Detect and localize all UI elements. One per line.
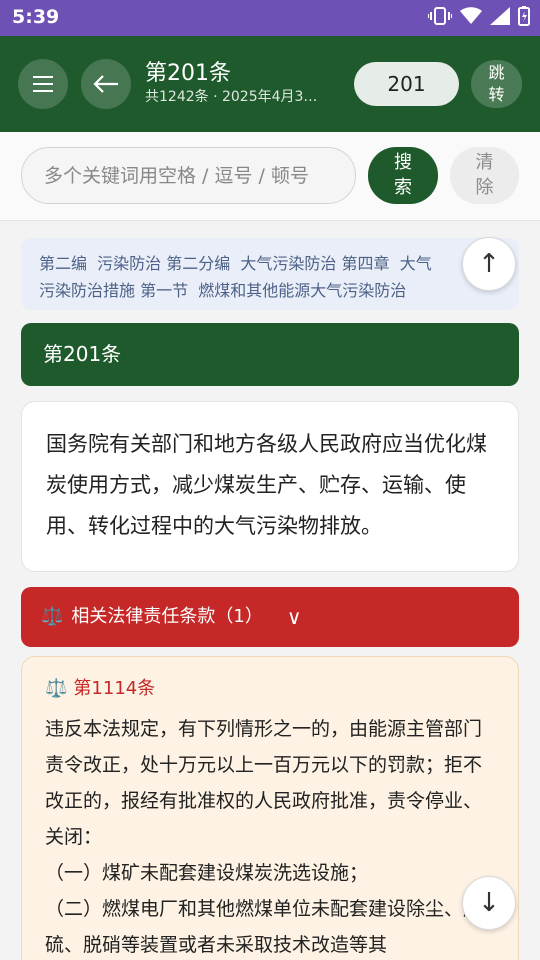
search-area: 搜 索 清 除 <box>0 132 540 221</box>
article-card: 国务院有关部门和地方各级人民政府应当优化煤炭使用方式，减少煤炭生产、贮存、运输、… <box>21 401 519 572</box>
menu-button[interactable] <box>18 59 68 109</box>
article-body: 国务院有关部门和地方各级人民政府应当优化煤炭使用方式，减少煤炭生产、贮存、运输、… <box>46 432 487 538</box>
status-bar: 5:39 <box>0 0 540 36</box>
search-label-2: 索 <box>394 177 412 198</box>
ref-item-1: （一）煤矿未配套建设煤炭洗选设施； <box>45 862 369 884</box>
page-title: 第201条 <box>145 61 231 86</box>
arrow-left-icon <box>93 75 118 93</box>
wifi-icon <box>460 7 482 24</box>
ref-article-label: 第1114条 <box>73 678 156 699</box>
jump-label-1: 跳 <box>488 63 505 82</box>
signal-icon <box>490 7 510 25</box>
battery-icon <box>518 6 530 26</box>
arrow-down-icon: ↓ <box>478 888 500 918</box>
search-label-1: 搜 <box>394 152 412 173</box>
title-block: 第201条 共1242条 · 2025年4月3… <box>145 60 350 106</box>
app-bar: 第201条 共1242条 · 2025年4月3… 跳 转 <box>0 36 540 132</box>
ref-article-body: 违反本法规定，有下列情形之一的，由能源主管部门责令改正，处十万元以上一百万元以下… <box>45 711 495 960</box>
arrow-up-icon: ↑ <box>478 249 500 279</box>
ref-item-2: （二）燃煤电厂和其他燃煤单位未配套建设除尘、脱硫、脱硝等装置或者未采取技术改造等… <box>45 898 483 956</box>
jump-input[interactable] <box>354 62 459 106</box>
ref-paragraph: 违反本法规定，有下列情形之一的，由能源主管部门责令改正，处十万元以上一百万元以下… <box>45 718 483 848</box>
liability-card: ⚖️ 第1114条 违反本法规定，有下列情形之一的，由能源主管部门责令改正，处十… <box>21 656 519 960</box>
scroll-bottom-button[interactable]: ↓ <box>462 876 516 930</box>
scales-icon: ⚖️ <box>45 678 68 699</box>
scroll-top-button[interactable]: ↑ <box>462 237 516 291</box>
breadcrumb-line-2: 污染防治措施 第一节 燃煤和其他能源大气污染防治 <box>39 281 407 300</box>
clear-label-2: 除 <box>475 177 494 198</box>
page-subtitle: 共1242条 · 2025年4月3… <box>145 89 318 105</box>
search-button[interactable]: 搜 索 <box>368 147 438 204</box>
menu-icon <box>33 76 53 92</box>
chevron-down-icon: ∨ <box>286 605 302 629</box>
liability-toggle[interactable]: ⚖️ 相关法律责任条款（1） ∨ <box>21 587 519 647</box>
breadcrumb-line-1: 第二编 污染防治 第二分编 大气污染防治 第四章 大气 <box>39 254 432 273</box>
search-input[interactable] <box>21 147 356 204</box>
status-time: 5:39 <box>12 6 60 28</box>
scales-icon: ⚖️ <box>41 606 64 627</box>
status-icons <box>428 6 530 26</box>
breadcrumb: 第二编 污染防治 第二分编 大气污染防治 第四章 大气 污染防治措施 第一节 燃… <box>21 238 519 310</box>
ref-article-title[interactable]: ⚖️ 第1114条 <box>45 675 495 703</box>
article-header: 第201条 <box>21 323 519 386</box>
back-button[interactable] <box>81 59 131 109</box>
clear-button[interactable]: 清 除 <box>450 147 519 204</box>
jump-label-2: 转 <box>488 85 505 104</box>
vibrate-icon <box>428 7 452 25</box>
jump-button[interactable]: 跳 转 <box>471 60 522 108</box>
clear-label-1: 清 <box>475 152 494 173</box>
liability-label: 相关法律责任条款（1） <box>71 606 263 627</box>
